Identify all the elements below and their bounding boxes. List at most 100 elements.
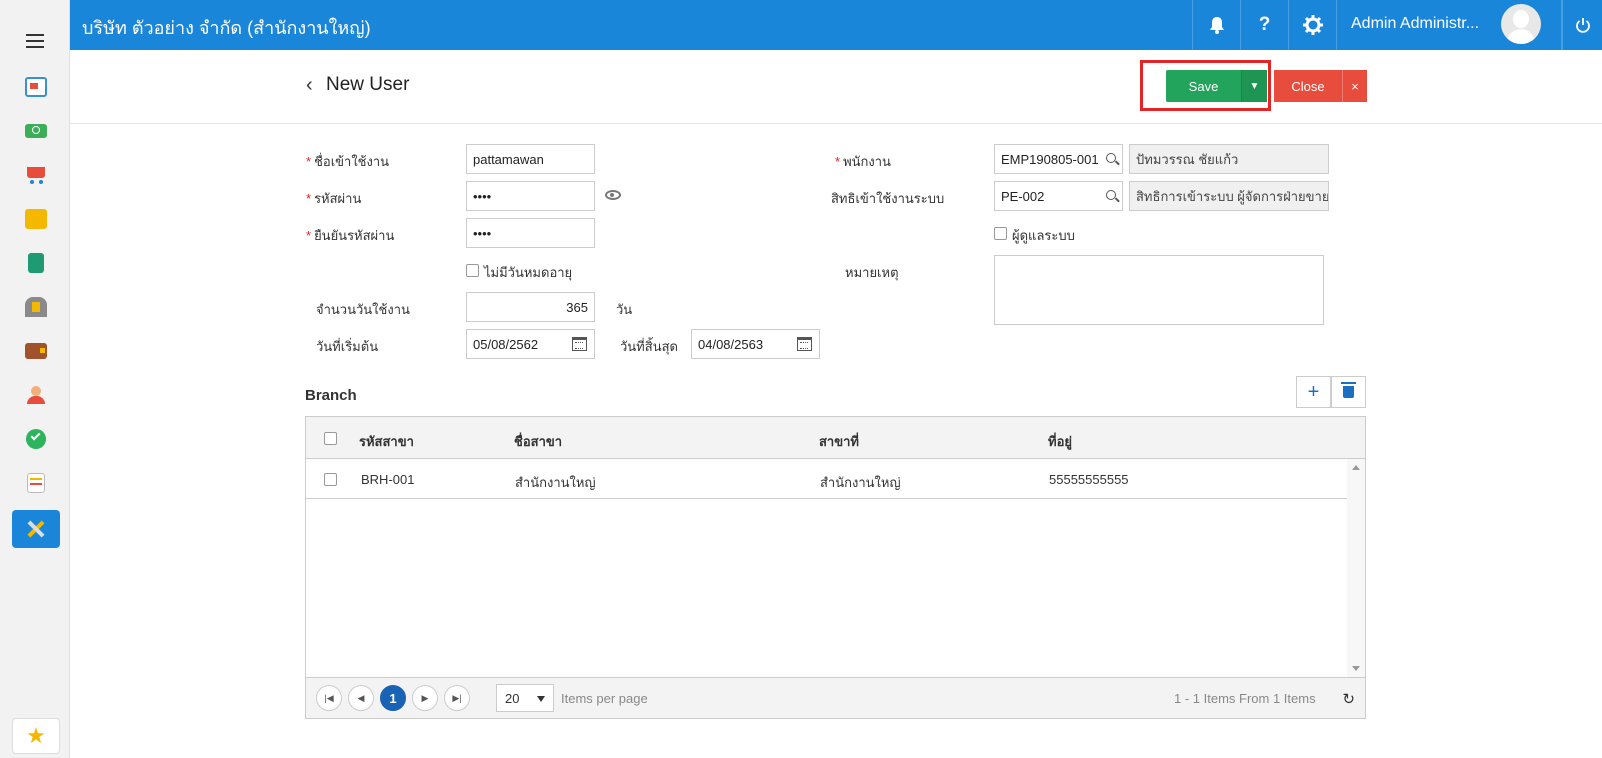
- days-unit: วัน: [616, 302, 633, 317]
- sidebar-item-wallet[interactable]: [12, 332, 60, 370]
- pager-summary: 1 - 1 Items From 1 Items: [1174, 691, 1316, 706]
- help-button[interactable]: ?: [1240, 0, 1288, 50]
- current-page-button[interactable]: 1: [380, 685, 406, 711]
- save-dropdown-button[interactable]: ▼: [1241, 70, 1267, 102]
- employee-name-field: ปัทมวรรณ ชัยแก้ว: [1129, 144, 1329, 174]
- power-icon: [1575, 17, 1590, 33]
- calendar-icon[interactable]: [572, 337, 587, 351]
- close-x-button[interactable]: ×: [1342, 70, 1367, 102]
- sidebar-item-finance[interactable]: [12, 112, 60, 150]
- wallet-icon: [25, 343, 47, 359]
- menu-icon[interactable]: [26, 34, 44, 48]
- settings-button[interactable]: [1288, 0, 1336, 50]
- add-branch-button[interactable]: +: [1296, 376, 1331, 408]
- page-size-select[interactable]: 20: [496, 684, 554, 712]
- username-input[interactable]: pattamawan: [466, 144, 595, 174]
- cart-icon: [25, 165, 47, 185]
- avatar[interactable]: [1501, 4, 1541, 44]
- tools-icon: [25, 519, 47, 539]
- sidebar-item-reports[interactable]: [12, 464, 60, 502]
- trash-icon: [1341, 382, 1356, 398]
- bank-icon: [25, 297, 47, 317]
- branch-grid: รหัสสาขา ชื่อสาขา สาขาที่ ที่อยู่ BRH-00…: [305, 416, 1366, 719]
- save-button[interactable]: Save: [1166, 70, 1241, 102]
- column-header-branch-name[interactable]: ชื่อสาขา: [514, 431, 562, 452]
- sidebar-item-settings[interactable]: [12, 510, 60, 548]
- rights-code-input[interactable]: PE-002: [994, 181, 1123, 211]
- money-icon: [25, 124, 47, 138]
- caret-down-icon: [537, 696, 545, 702]
- select-all-checkbox[interactable]: [324, 432, 337, 445]
- remark-textarea[interactable]: [994, 255, 1324, 325]
- end-date-input[interactable]: 04/08/2563: [691, 329, 820, 359]
- password-label: * รหัสผ่าน: [306, 191, 362, 206]
- top-bar: บริษัท ตัวอย่าง จำกัด (สำนักงานใหญ่) ? A…: [70, 0, 1602, 50]
- cell-branch-name: สำนักงานใหญ่: [515, 475, 596, 490]
- username-label: * ชื่อเข้าใช้งาน: [306, 154, 390, 169]
- book-icon: [28, 253, 44, 273]
- rights-name-field: สิทธิการเข้าระบบ ผู้จัดการฝ่ายขายแ: [1129, 181, 1329, 211]
- box-icon: [25, 209, 47, 229]
- end-date-label: วันที่สิ้นสุด: [620, 339, 678, 354]
- column-header-address[interactable]: ที่อยู่: [1048, 431, 1072, 452]
- scroll-down-icon[interactable]: [1352, 666, 1360, 671]
- cell-branch-no: สำนักงานใหญ่: [820, 475, 901, 490]
- show-password-eye-icon[interactable]: [605, 190, 621, 200]
- confirm-password-label: * ยืนยันรหัสผ่าน: [306, 228, 395, 243]
- gear-icon: [1302, 15, 1323, 35]
- search-icon[interactable]: [1106, 153, 1116, 163]
- close-button[interactable]: Close: [1274, 70, 1342, 102]
- prev-page-button[interactable]: ◀: [348, 685, 374, 711]
- admin-name[interactable]: Admin Administr...: [1351, 15, 1479, 33]
- back-chevron-icon[interactable]: ‹: [306, 74, 313, 97]
- favorites-star-icon[interactable]: ★: [12, 718, 60, 754]
- password-input[interactable]: ••••: [466, 181, 595, 211]
- first-page-button[interactable]: |◀: [316, 685, 342, 711]
- delete-branch-button[interactable]: [1331, 376, 1366, 408]
- calendar-icon[interactable]: [797, 337, 812, 351]
- last-page-button[interactable]: ▶|: [444, 685, 470, 711]
- employee-code-input[interactable]: EMP190805-001: [994, 144, 1123, 174]
- employee-label: * พนักงาน: [835, 154, 891, 169]
- branch-section-title: Branch: [305, 387, 357, 404]
- sidebar-item-bank[interactable]: [12, 288, 60, 326]
- grid-header: รหัสสาขา ชื่อสาขา สาขาที่ ที่อยู่: [306, 417, 1365, 459]
- search-icon[interactable]: [1106, 190, 1116, 200]
- admin-label: ผู้ดูแลระบบ: [1012, 228, 1075, 243]
- refresh-icon[interactable]: ↻: [1342, 690, 1355, 708]
- sidebar-item-hr[interactable]: [12, 376, 60, 414]
- column-header-branch-code[interactable]: รหัสสาขา: [359, 431, 414, 452]
- column-header-branch-no[interactable]: สาขาที่: [819, 431, 859, 452]
- remark-label: หมายเหตุ: [845, 265, 899, 280]
- company-name: บริษัท ตัวอย่าง จำกัด (สำนักงานใหญ่): [82, 18, 371, 38]
- cell-address: 55555555555: [1049, 472, 1129, 487]
- notifications-button[interactable]: [1192, 0, 1240, 50]
- report-icon: [27, 473, 45, 493]
- start-date-input[interactable]: 05/08/2562: [466, 329, 595, 359]
- sidebar-item-dashboard[interactable]: [12, 68, 60, 106]
- confirm-password-input[interactable]: ••••: [466, 218, 595, 248]
- sidebar: ★: [0, 0, 70, 758]
- logout-button[interactable]: [1562, 0, 1602, 50]
- admin-checkbox[interactable]: [994, 227, 1007, 240]
- page-header: ‹ New User: [70, 50, 1602, 124]
- page-title: New User: [326, 74, 410, 95]
- no-expire-checkbox[interactable]: [466, 264, 479, 277]
- rights-label: สิทธิเข้าใช้งานระบบ: [831, 191, 945, 206]
- row-checkbox[interactable]: [324, 473, 337, 486]
- scroll-up-icon[interactable]: [1352, 465, 1360, 470]
- table-row[interactable]: BRH-001 สำนักงานใหญ่ สำนักงานใหญ่ 555555…: [306, 459, 1347, 499]
- days-label: จำนวนวันใช้งาน: [316, 302, 410, 317]
- start-date-label: วันที่เริ่มต้น: [316, 339, 379, 354]
- next-page-button[interactable]: ▶: [412, 685, 438, 711]
- sidebar-item-approval[interactable]: [12, 420, 60, 458]
- sidebar-item-accounting[interactable]: [12, 244, 60, 282]
- cell-branch-code: BRH-001: [361, 472, 415, 487]
- days-input[interactable]: 365: [466, 292, 595, 322]
- bell-icon: [1209, 17, 1224, 34]
- caret-down-icon: ▼: [1249, 80, 1260, 92]
- no-expire-label: ไม่มีวันหมดอายุ: [484, 265, 573, 280]
- sidebar-item-sales[interactable]: [12, 156, 60, 194]
- vertical-scrollbar[interactable]: [1347, 459, 1365, 677]
- sidebar-item-inventory[interactable]: [12, 200, 60, 238]
